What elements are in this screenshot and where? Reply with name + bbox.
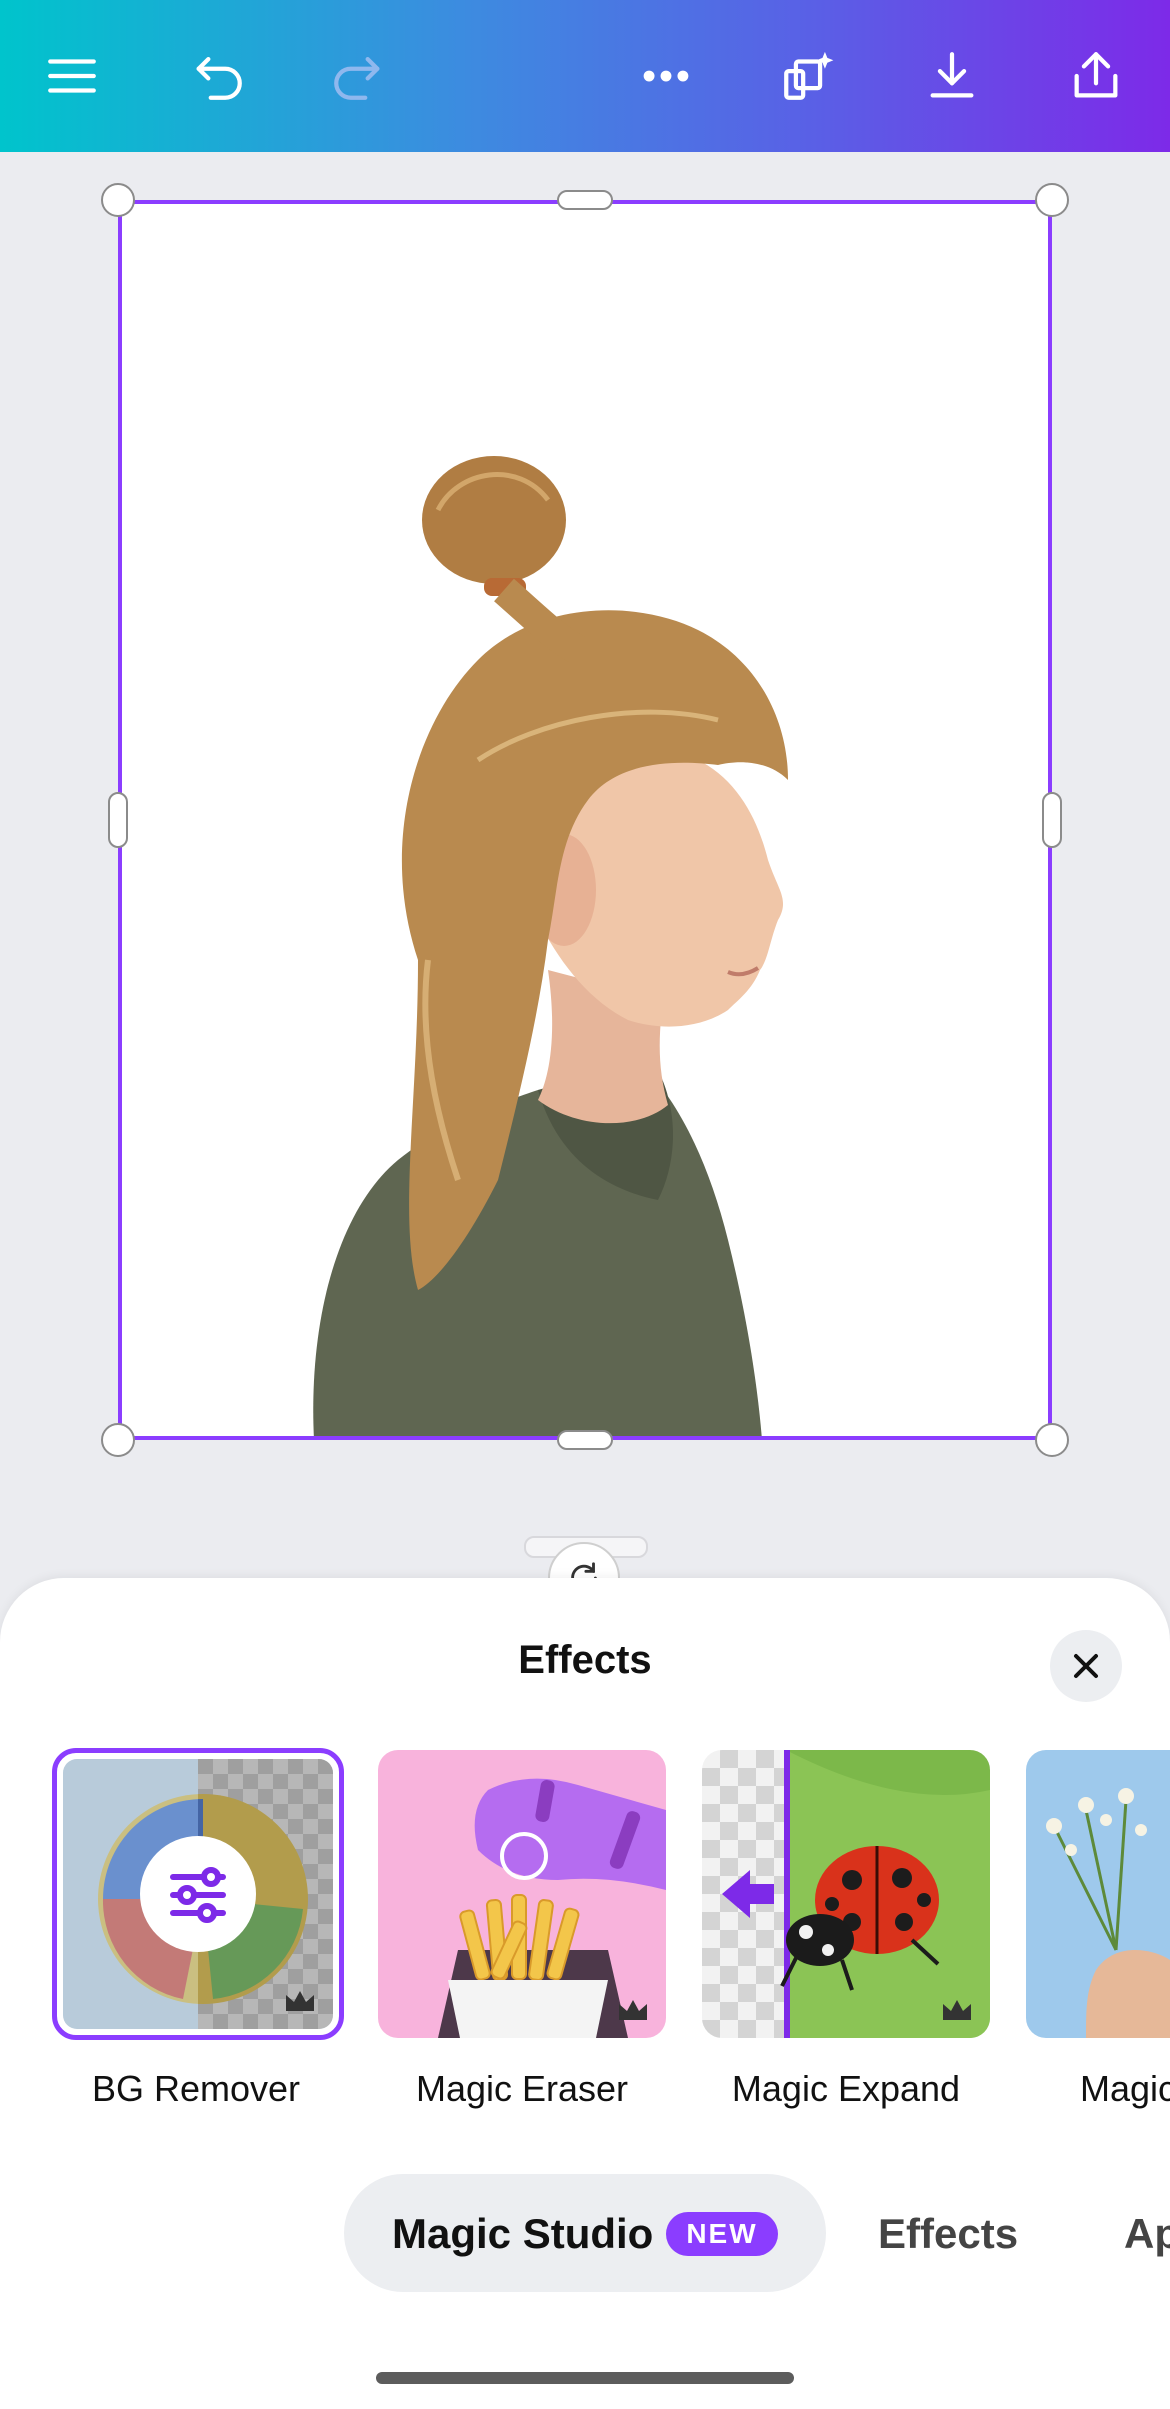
effect-tile-magic-expand[interactable] xyxy=(702,1750,990,2038)
crown-icon xyxy=(943,2000,971,2020)
resize-handle-bottom-right[interactable] xyxy=(1035,1423,1069,1457)
magic-thumbnail xyxy=(1026,1750,1170,2038)
top-toolbar xyxy=(0,0,1170,152)
tab-effects[interactable]: Effects xyxy=(878,2210,1018,2258)
tab-magic-studio-label: Magic Studio xyxy=(392,2210,654,2257)
resize-handle-top-left[interactable] xyxy=(101,183,135,217)
download-icon[interactable] xyxy=(902,26,1002,126)
effects-bottom-sheet: Effects BG Remover Magic Eraser Magic Ex… xyxy=(0,1578,1170,2409)
resize-handle-bottom-left[interactable] xyxy=(101,1423,135,1457)
undo-icon[interactable] xyxy=(168,26,268,126)
resize-handle-bottom[interactable] xyxy=(557,1430,613,1450)
tile-label-magic-expand: Magic Expand xyxy=(731,2068,961,2109)
magic-eraser-thumbnail xyxy=(378,1750,666,2038)
design-page[interactable] xyxy=(118,200,1052,1440)
child-profile-photo[interactable] xyxy=(118,200,1052,1440)
design-canvas xyxy=(0,152,1170,1614)
more-icon[interactable] xyxy=(616,26,716,126)
resize-handle-right[interactable] xyxy=(1042,792,1062,848)
magic-resize-icon[interactable] xyxy=(758,26,858,126)
tab-apps[interactable]: Ap xyxy=(1124,2210,1170,2258)
home-indicator xyxy=(376,2372,794,2384)
redo-icon[interactable] xyxy=(308,26,408,126)
tile-label-magic: Magic xyxy=(1080,2068,1170,2109)
crown-icon xyxy=(286,1991,314,2011)
sheet-title: Effects xyxy=(518,1638,652,1682)
effect-tile-magic[interactable] xyxy=(1026,1750,1170,2038)
resize-handle-top-right[interactable] xyxy=(1035,183,1069,217)
effect-tile-magic-eraser[interactable] xyxy=(378,1750,666,2038)
effect-tile-bg-remover[interactable] xyxy=(52,1748,344,2040)
menu-icon[interactable] xyxy=(22,26,122,126)
tile-label-magic-eraser: Magic Eraser xyxy=(415,2068,629,2109)
close-icon xyxy=(1074,1654,1098,1678)
resize-handle-top[interactable] xyxy=(557,190,613,210)
new-badge: NEW xyxy=(666,2212,778,2256)
magic-expand-thumbnail xyxy=(702,1750,990,2038)
crown-icon xyxy=(619,2000,647,2020)
close-button[interactable] xyxy=(1050,1630,1122,1702)
resize-handle-left[interactable] xyxy=(108,792,128,848)
tile-label-bg-remover: BG Remover xyxy=(91,2068,301,2109)
share-icon[interactable] xyxy=(1046,26,1146,126)
